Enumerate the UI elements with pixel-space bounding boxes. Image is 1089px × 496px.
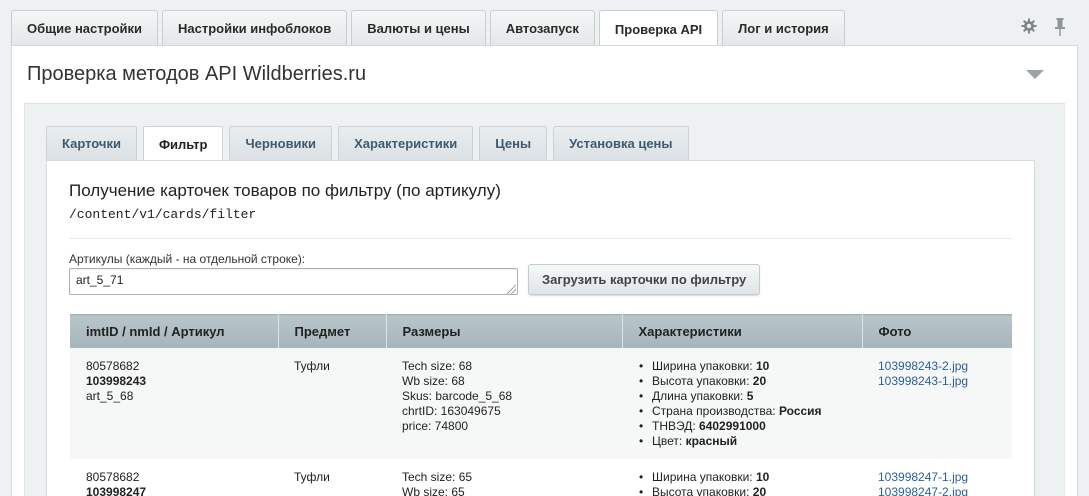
gear-icon[interactable] bbox=[1021, 18, 1037, 34]
size-line: Skus: barcode_5_68 bbox=[402, 388, 513, 403]
tab-api-check[interactable]: Проверка API bbox=[598, 10, 719, 47]
inner-tab-bar: Карточки Фильтр Черновики Характеристики… bbox=[46, 126, 689, 161]
main-panel: Проверка методов API Wildberries.ru Карт… bbox=[11, 45, 1078, 496]
resize-handle-icon[interactable] bbox=[507, 285, 516, 294]
tab-label: Проверка API bbox=[614, 21, 703, 37]
cell-ids: 80578682 103998247 bbox=[70, 458, 278, 496]
toolbar-icons bbox=[1021, 18, 1067, 36]
api-endpoint-path: /content/v1/cards/filter bbox=[69, 207, 257, 222]
cell-sizes: Tech size: 68 Wb size: 68 Skus: barcode_… bbox=[386, 347, 622, 459]
article: art_5_68 bbox=[86, 388, 134, 403]
cell-characteristics: Ширина упаковки: 10 Высота упаковки: 20 … bbox=[622, 347, 862, 459]
divider bbox=[69, 238, 1012, 239]
char-item: Высота упаковки: 20 bbox=[638, 485, 846, 496]
load-cards-button[interactable]: Загрузить карточки по фильтру bbox=[528, 264, 761, 295]
col-header-sizes: Размеры bbox=[386, 314, 623, 348]
cell-photos: 103998247-1.jpg 103998247-2.jpg bbox=[862, 458, 1012, 496]
tab-general-settings[interactable]: Общие настройки bbox=[11, 10, 158, 46]
size-line: Wb size: 68 bbox=[402, 373, 465, 388]
panel-body: Карточки Фильтр Черновики Характеристики… bbox=[24, 104, 1065, 496]
pin-icon[interactable] bbox=[1053, 18, 1067, 36]
col-header-ids: imtID / nmId / Артикул bbox=[70, 314, 279, 348]
tab-characteristics[interactable]: Характеристики bbox=[338, 126, 474, 160]
imt-id: 80578682 bbox=[86, 358, 140, 373]
section-title: Получение карточек товаров по фильтру (п… bbox=[69, 181, 501, 200]
table-header-row: imtID / nmId / Артикул Предмет Размеры Х… bbox=[70, 314, 1012, 348]
cell-subject: Туфли bbox=[278, 458, 386, 496]
tab-label: Настройки инфоблоков bbox=[178, 21, 332, 36]
cell-ids: 80578682 103998243 art_5_68 bbox=[70, 347, 278, 459]
char-item: Ширина упаковки: 10 bbox=[638, 470, 846, 485]
char-item: Ширина упаковки: 10 bbox=[638, 359, 846, 374]
tab-label: Автозапуск bbox=[505, 21, 579, 36]
cell-subject: Туфли bbox=[278, 347, 386, 459]
cell-sizes: Tech size: 65 Wb size: 65 bbox=[386, 458, 622, 496]
articles-field-label: Артикулы (каждый - на отдельной строке): bbox=[69, 252, 306, 266]
tab-cards[interactable]: Карточки bbox=[46, 126, 137, 160]
imt-id: 80578682 bbox=[86, 469, 140, 484]
size-line: price: 74800 bbox=[402, 418, 469, 433]
table-row: 80578682 103998247 Туфли Tech size: 65 W… bbox=[70, 458, 1012, 496]
tab-filter[interactable]: Фильтр bbox=[142, 126, 224, 161]
tab-currencies-prices[interactable]: Валюты и цены bbox=[351, 10, 486, 46]
nm-id: 103998247 bbox=[86, 484, 147, 496]
tab-label: Цены bbox=[495, 136, 532, 151]
nm-id: 103998243 bbox=[86, 373, 147, 388]
char-item: Цвет: красный bbox=[638, 434, 846, 449]
table-row: 80578682 103998243 art_5_68 Туфли Tech s… bbox=[70, 347, 1012, 459]
photo-link[interactable]: 103998243-1.jpg bbox=[878, 374, 996, 389]
tab-label: Фильтр bbox=[158, 136, 208, 152]
tab-prices[interactable]: Цены bbox=[479, 126, 548, 160]
photo-link[interactable]: 103998247-1.jpg bbox=[878, 470, 996, 485]
char-item: Страна производства: Россия bbox=[638, 404, 846, 419]
tab-label: Общие настройки bbox=[27, 21, 142, 36]
char-item: ТНВЭД: 6402991000 bbox=[638, 419, 846, 434]
tab-set-price[interactable]: Установка цены bbox=[553, 126, 689, 160]
tab-label: Установка цены bbox=[569, 136, 673, 151]
tab-drafts[interactable]: Черновики bbox=[229, 126, 333, 160]
size-line: Tech size: 68 bbox=[402, 358, 473, 373]
tab-label: Валюты и цены bbox=[367, 21, 470, 36]
photo-link[interactable]: 103998247-2.jpg bbox=[878, 485, 996, 496]
cell-characteristics: Ширина упаковки: 10 Высота упаковки: 20 bbox=[622, 458, 862, 496]
panel-header: Проверка методов API Wildberries.ru bbox=[24, 46, 1065, 104]
char-item: Длина упаковки: 5 bbox=[638, 389, 846, 404]
photo-link[interactable]: 103998243-2.jpg bbox=[878, 359, 996, 374]
cards-table: imtID / nmId / Артикул Предмет Размеры Х… bbox=[70, 314, 1012, 496]
size-line: Wb size: 65 bbox=[402, 484, 465, 496]
col-header-subject: Предмет bbox=[278, 314, 387, 348]
size-line: chrtID: 163049675 bbox=[402, 403, 501, 418]
size-line: Tech size: 65 bbox=[402, 469, 473, 484]
tab-label: Черновики bbox=[245, 136, 317, 151]
tab-log-history[interactable]: Лог и история bbox=[722, 10, 845, 46]
cell-photos: 103998243-2.jpg 103998243-1.jpg bbox=[862, 347, 1012, 459]
top-tab-bar: Общие настройки Настройки инфоблоков Вал… bbox=[11, 10, 845, 47]
articles-input[interactable]: art_5_71 bbox=[69, 268, 518, 295]
tab-content: Получение карточек товаров по фильтру (п… bbox=[46, 160, 1035, 496]
tab-label: Характеристики bbox=[354, 136, 458, 151]
chevron-down-icon[interactable] bbox=[1026, 70, 1044, 79]
char-item: Высота упаковки: 20 bbox=[638, 374, 846, 389]
tab-label: Карточки bbox=[62, 136, 121, 151]
col-header-photos: Фото bbox=[862, 314, 1012, 348]
tab-infoblock-settings[interactable]: Настройки инфоблоков bbox=[162, 10, 348, 46]
tab-autorun[interactable]: Автозапуск bbox=[489, 10, 595, 46]
page-title: Проверка методов API Wildberries.ru bbox=[27, 63, 367, 85]
tab-label: Лог и история bbox=[738, 21, 829, 36]
col-header-characteristics: Характеристики bbox=[622, 314, 863, 348]
